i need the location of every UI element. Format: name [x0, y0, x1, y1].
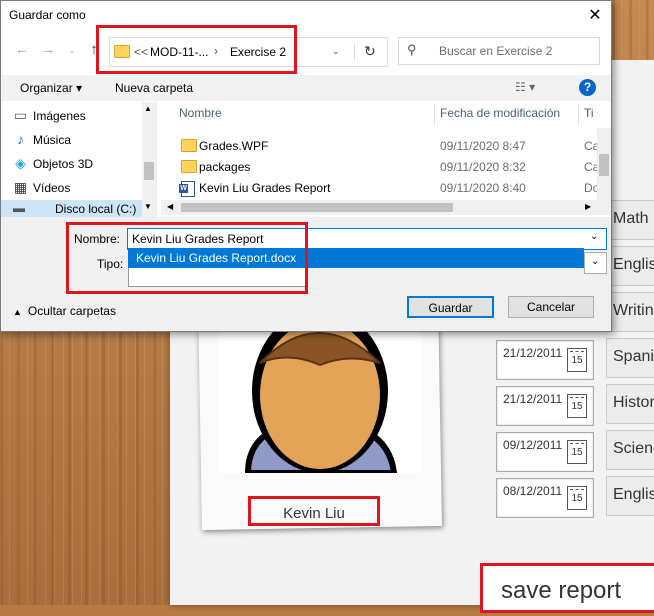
column-header-type[interactable]: Ti — [584, 106, 594, 128]
nav-item-label: Vídeos — [33, 181, 71, 195]
chevron-up-icon: ▲ — [13, 307, 22, 317]
student-name-caption: Kevin Liu — [248, 496, 380, 526]
chevron-down-icon: ⌄ — [591, 256, 600, 267]
subject-button[interactable]: Scienc — [606, 430, 654, 470]
file-modified: 09/11/2020 8:32 — [440, 160, 526, 174]
list-horizontal-scrollbar[interactable]: ◀ ▶ — [161, 200, 611, 215]
scroll-up-icon[interactable]: ▲ — [144, 104, 152, 113]
save-button[interactable]: Guardar — [407, 296, 494, 318]
save-report-button[interactable]: save report — [480, 563, 654, 613]
date-field[interactable]: 21/12/2011 15 — [496, 386, 594, 426]
3d-objects-icon: ◈ — [15, 155, 26, 171]
view-options-icon[interactable]: ☷ ▾ — [515, 80, 535, 94]
nav-item-label: Disco local (C:) — [55, 202, 137, 216]
nav-item-music[interactable]: ♪ Música — [17, 129, 72, 151]
new-folder-button[interactable]: Nueva carpeta — [115, 81, 193, 95]
cancel-button[interactable]: Cancelar — [508, 296, 594, 318]
date-value: 08/12/2011 — [503, 484, 563, 498]
chevron-down-icon[interactable]: ⌄ — [590, 231, 598, 242]
subject-button[interactable]: Englis — [606, 246, 654, 286]
navigation-pane: ▭ Imágenes ♪ Música ◈ Objetos 3D ▦ Vídeo… — [1, 102, 157, 217]
nav-scrollbar[interactable]: ▲ ▼ — [142, 102, 156, 217]
folder-icon — [181, 160, 197, 173]
scroll-thumb[interactable] — [144, 162, 154, 180]
column-header-modified[interactable]: Fecha de modificación — [440, 106, 560, 128]
nav-item-pictures[interactable]: ▭ Imágenes — [14, 105, 86, 127]
organize-button[interactable]: Organizar ▾ — [20, 81, 82, 95]
nav-item-3d-objects[interactable]: ◈ Objetos 3D — [15, 153, 94, 175]
file-name: packages — [199, 160, 251, 174]
list-vertical-scrollbar[interactable] — [597, 128, 611, 200]
subject-button[interactable]: English — [606, 476, 654, 516]
column-divider[interactable] — [434, 104, 435, 126]
nav-item-label: Música — [33, 133, 72, 147]
type-dropdown[interactable]: ⌄ — [584, 252, 607, 274]
file-modified: 09/11/2020 8:47 — [440, 139, 526, 153]
scroll-right-icon[interactable]: ▶ — [585, 202, 591, 211]
subject-button[interactable]: Math — [606, 200, 654, 240]
search-placeholder: Buscar en Exercise 2 — [439, 44, 553, 58]
scroll-thumb[interactable] — [599, 154, 609, 176]
organize-label: Organizar — [20, 81, 73, 95]
subject-button[interactable]: Spanis — [606, 338, 654, 378]
nav-item-videos[interactable]: ▦ Vídeos — [14, 177, 71, 199]
date-value: 09/12/2011 — [503, 438, 563, 452]
nav-item-label: Imágenes — [33, 109, 86, 123]
subject-button[interactable]: Writin — [606, 292, 654, 332]
highlight-box — [66, 222, 308, 294]
scroll-thumb[interactable] — [181, 203, 453, 212]
help-icon[interactable]: ? — [579, 79, 596, 96]
music-icon: ♪ — [17, 131, 24, 147]
videos-icon: ▦ — [13, 179, 28, 195]
calendar-icon[interactable]: 15 — [567, 440, 587, 464]
close-icon[interactable]: ✕ — [583, 5, 607, 27]
calendar-icon[interactable]: 15 — [567, 348, 587, 372]
search-icon: ⚲ — [407, 42, 417, 57]
refresh-icon[interactable]: ↻ — [364, 43, 376, 60]
date-field[interactable]: 09/12/2011 15 — [496, 432, 594, 472]
hide-folders-toggle[interactable]: ▲ Ocultar carpetas — [13, 304, 116, 318]
date-field[interactable]: 21/12/2011 15 — [496, 340, 594, 380]
highlight-box — [96, 25, 297, 74]
calendar-icon[interactable]: 15 — [567, 394, 587, 418]
search-input[interactable]: ⚲ Buscar en Exercise 2 — [398, 37, 600, 65]
scroll-down-icon[interactable]: ▼ — [144, 202, 152, 211]
address-dropdown-icon[interactable]: ⌄ — [332, 46, 340, 57]
file-name: Kevin Liu Grades Report — [199, 181, 331, 195]
dialog-title: Guardar como — [9, 8, 86, 22]
calendar-icon[interactable]: 15 — [567, 486, 587, 510]
back-arrow-icon[interactable]: ← — [13, 41, 31, 59]
scroll-left-icon[interactable]: ◀ — [167, 202, 173, 211]
local-disk-icon: ▬ — [13, 201, 25, 215]
folder-icon — [181, 139, 197, 152]
save-as-dialog: Guardar como ✕ ← → ⌄ ↑ << MOD-11-... › E… — [0, 0, 612, 332]
hide-folders-label: Ocultar carpetas — [27, 304, 116, 318]
dialog-titlebar: Guardar como ✕ — [1, 1, 611, 31]
date-value: 21/12/2011 — [503, 392, 563, 406]
file-modified: 09/11/2020 8:40 — [440, 181, 526, 195]
nav-item-local-disk[interactable]: ▬ Disco local (C:) — [1, 200, 142, 217]
file-name: Grades.WPF — [199, 139, 269, 153]
subject-button[interactable]: Histor — [606, 384, 654, 424]
divider — [354, 43, 355, 61]
chevron-down-icon[interactable]: ⌄ — [63, 41, 81, 59]
forward-arrow-icon[interactable]: → — [39, 41, 57, 59]
dialog-toolbar: Organizar ▾ Nueva carpeta ☷ ▾ ? — [1, 75, 611, 101]
column-divider[interactable] — [578, 104, 579, 126]
pictures-icon: ▭ — [13, 107, 28, 123]
word-doc-icon — [179, 181, 195, 197]
column-header-name[interactable]: Nombre — [179, 106, 222, 128]
date-field[interactable]: 08/12/2011 15 — [496, 478, 594, 518]
nav-item-label: Objetos 3D — [33, 157, 94, 171]
file-list: Nombre Fecha de modificación Ti Grades.W… — [161, 102, 611, 217]
file-row[interactable]: Grades.WPF 09/11/2020 8:47 Ca — [161, 136, 599, 156]
file-row[interactable]: packages 09/11/2020 8:32 Ca — [161, 157, 599, 177]
date-value: 21/12/2011 — [503, 346, 563, 360]
file-row[interactable]: Kevin Liu Grades Report 09/11/2020 8:40 … — [161, 178, 599, 198]
